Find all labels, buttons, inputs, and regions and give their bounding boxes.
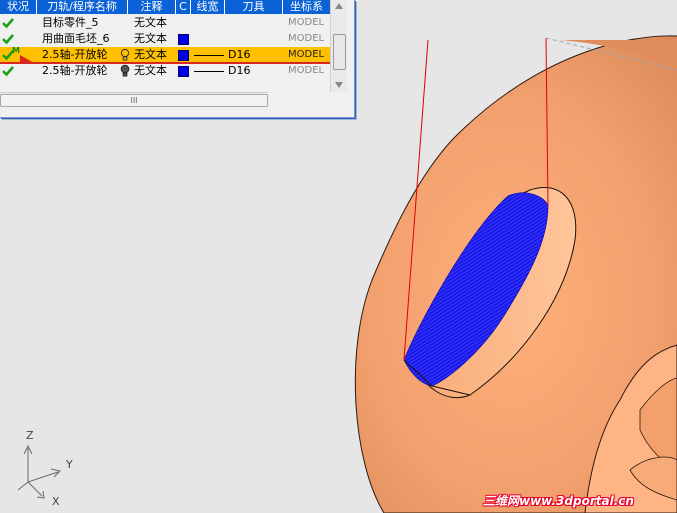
status-check-icon [2, 18, 14, 29]
row-coord: MODEL [288, 65, 325, 76]
row-name: 2.5轴-开放轮 [42, 64, 108, 77]
row-color-swatch[interactable] [178, 50, 189, 61]
operation-navigator-panel[interactable]: 状况 刀轨/程序名称 注释 C 线宽 刀具 坐标系 目标零件_5 无文本 MOD… [0, 0, 355, 118]
row-tool: D16 [228, 48, 251, 61]
navigator-row-selected[interactable]: M 2.5轴-开放轮 无文本 D16 MODEL [0, 46, 330, 64]
modified-flag: M [12, 46, 20, 55]
row-tool: D16 [228, 64, 251, 77]
row-color-swatch[interactable] [178, 34, 189, 45]
status-check-icon [2, 66, 14, 77]
column-name[interactable]: 刀轨/程序名称 [37, 0, 128, 14]
row-linewidth-sample [194, 55, 224, 56]
lightbulb-icon[interactable] [120, 48, 130, 62]
horizontal-scrollbar-thumb[interactable]: III [0, 94, 268, 107]
navigator-column-header: 状况 刀轨/程序名称 注释 C 线宽 刀具 坐标系 [0, 0, 330, 14]
row-coord: MODEL [288, 33, 325, 44]
axis-y-label: Y [66, 458, 73, 471]
column-note-label: 注释 [140, 0, 163, 13]
axis-triad-arrows [17, 444, 61, 499]
column-color-label: C [179, 0, 187, 13]
row-note: 无文本 [134, 16, 167, 29]
column-coord-label: 坐标系 [290, 0, 323, 13]
row-name: 用曲面毛坯_6 [42, 32, 110, 45]
row-coord: MODEL [288, 17, 325, 28]
navigator-row[interactable]: 目标零件_5 无文本 MODEL [0, 15, 330, 31]
axis-x-label: X [52, 495, 60, 508]
column-status[interactable]: 状况 [0, 0, 37, 14]
scroll-down-icon[interactable] [335, 82, 343, 88]
row-name: 2.5轴-开放轮 [42, 48, 108, 61]
navigator-row[interactable]: 用曲面毛坯_6 无文本 MODEL [0, 31, 330, 47]
navigator-row[interactable]: 2.5轴-开放轮 无文本 D16 MODEL [0, 63, 330, 79]
vertical-scrollbar[interactable] [330, 0, 347, 92]
row-name: 目标零件_5 [42, 16, 99, 29]
column-note[interactable]: 注释 [128, 0, 176, 14]
axis-triad: Z Y X [14, 426, 84, 510]
lightbulb-off-icon[interactable] [120, 64, 130, 78]
vertical-scrollbar-thumb[interactable] [333, 34, 346, 70]
column-status-label: 状况 [7, 0, 29, 13]
scroll-up-icon[interactable] [335, 3, 343, 9]
horizontal-scrollbar[interactable]: III [0, 92, 268, 107]
selection-marker-icon [20, 55, 34, 63]
watermark-text: 三维网www.3dportal.cn [483, 494, 634, 508]
column-name-label: 刀轨/程序名称 [47, 0, 117, 13]
column-coord[interactable]: 坐标系 [283, 0, 330, 14]
column-linewidth-label: 线宽 [196, 0, 219, 13]
column-tool[interactable]: 刀具 [225, 0, 283, 14]
row-color-swatch[interactable] [178, 66, 189, 77]
row-note: 无文本 [134, 32, 167, 45]
column-linewidth[interactable]: 线宽 [191, 0, 225, 14]
axis-z-label: Z [26, 429, 34, 442]
column-tool-label: 刀具 [242, 0, 265, 13]
column-color[interactable]: C [176, 0, 191, 14]
scrollbar-corner [330, 92, 346, 106]
row-note: 无文本 [134, 64, 167, 77]
row-linewidth-sample [194, 71, 224, 72]
row-coord: MODEL [288, 49, 325, 60]
scrollbar-grip: III [130, 96, 138, 105]
row-note: 无文本 [134, 48, 167, 61]
